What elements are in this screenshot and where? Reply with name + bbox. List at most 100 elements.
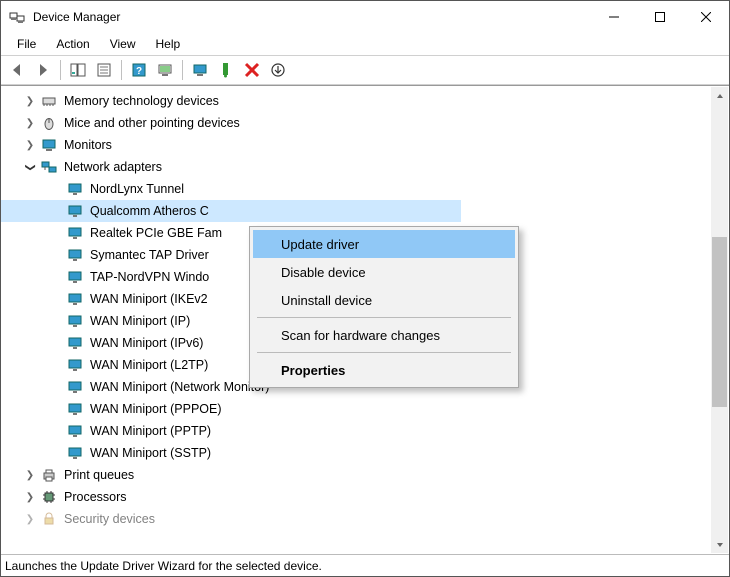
device-label: WAN Miniport (PPPOE) bbox=[87, 401, 225, 417]
network-adapter-icon bbox=[67, 357, 83, 373]
menu-item-label: Scan for hardware changes bbox=[281, 328, 440, 343]
category-label: Memory technology devices bbox=[61, 93, 222, 109]
network-adapter-icon bbox=[67, 423, 83, 439]
memory-icon bbox=[41, 93, 57, 109]
device-qualcomm[interactable]: Qualcomm Atheros C bbox=[1, 200, 461, 222]
help-button[interactable]: ? bbox=[127, 58, 151, 82]
chevron-right-icon[interactable]: ❯ bbox=[23, 118, 37, 129]
maximize-button[interactable] bbox=[637, 2, 683, 32]
device-label: WAN Miniport (PPTP) bbox=[87, 423, 214, 439]
menu-item-label: Uninstall device bbox=[281, 293, 372, 308]
chevron-right-icon[interactable]: ❯ bbox=[23, 492, 37, 503]
network-adapter-icon bbox=[67, 401, 83, 417]
network-adapter-icon bbox=[67, 269, 83, 285]
device-wan-sstp[interactable]: WAN Miniport (SSTP) bbox=[1, 442, 711, 464]
statusbar-text: Launches the Update Driver Wizard for th… bbox=[5, 559, 322, 573]
device-label: WAN Miniport (IP) bbox=[87, 313, 193, 329]
menu-item-update-driver[interactable]: Update driver bbox=[253, 230, 515, 258]
device-label: NordLynx Tunnel bbox=[87, 181, 187, 197]
svg-text:?: ? bbox=[136, 66, 142, 77]
scan-hardware-button[interactable] bbox=[153, 58, 177, 82]
scroll-down-icon[interactable] bbox=[711, 536, 728, 553]
security-icon bbox=[41, 511, 57, 527]
minimize-button[interactable] bbox=[591, 2, 637, 32]
category-label: Mice and other pointing devices bbox=[61, 115, 243, 131]
menu-separator bbox=[257, 352, 511, 353]
device-wan-pptp[interactable]: WAN Miniport (PPTP) bbox=[1, 420, 711, 442]
update-driver-button[interactable] bbox=[188, 58, 212, 82]
scrollbar-thumb[interactable] bbox=[712, 237, 727, 407]
disable-device-button[interactable] bbox=[240, 58, 264, 82]
category-label: Processors bbox=[61, 489, 130, 505]
device-label: Realtek PCIe GBE Fam bbox=[87, 225, 225, 241]
menu-file[interactable]: File bbox=[9, 35, 44, 53]
device-nordlynx[interactable]: NordLynx Tunnel bbox=[1, 178, 711, 200]
menu-item-uninstall-device[interactable]: Uninstall device bbox=[253, 286, 515, 314]
network-adapter-icon bbox=[67, 291, 83, 307]
show-hide-tree-button[interactable] bbox=[66, 58, 90, 82]
chevron-down-icon[interactable]: ❯ bbox=[25, 160, 36, 174]
mouse-icon bbox=[41, 115, 57, 131]
category-label: Print queues bbox=[61, 467, 137, 483]
category-label: Security devices bbox=[61, 511, 158, 527]
scroll-up-icon[interactable] bbox=[711, 87, 728, 104]
vertical-scrollbar[interactable] bbox=[711, 87, 728, 553]
chevron-right-icon[interactable]: ❯ bbox=[23, 96, 37, 107]
device-label: WAN Miniport (Network Monitor) bbox=[87, 379, 272, 395]
menu-item-properties[interactable]: Properties bbox=[253, 356, 515, 384]
category-network-adapters[interactable]: ❯ Network adapters bbox=[1, 156, 711, 178]
chevron-right-icon[interactable]: ❯ bbox=[23, 470, 37, 481]
device-label: WAN Miniport (L2TP) bbox=[87, 357, 211, 373]
network-adapter-icon bbox=[67, 445, 83, 461]
category-memory-tech[interactable]: ❯ Memory technology devices bbox=[1, 90, 711, 112]
device-tree-container: ❯ Memory technology devices ❯ Mice and o… bbox=[1, 85, 729, 554]
context-menu: Update driver Disable device Uninstall d… bbox=[249, 226, 519, 388]
close-button[interactable] bbox=[683, 2, 729, 32]
chevron-right-icon[interactable]: ❯ bbox=[23, 140, 37, 151]
category-print-queues[interactable]: ❯ Print queues bbox=[1, 464, 711, 486]
toolbar: ? bbox=[1, 55, 729, 85]
device-label: Qualcomm Atheros C bbox=[87, 203, 212, 219]
window-title: Device Manager bbox=[33, 10, 591, 24]
titlebar: Device Manager bbox=[1, 1, 729, 33]
network-adapter-icon bbox=[67, 203, 83, 219]
menubar: File Action View Help bbox=[1, 33, 729, 55]
toolbar-separator bbox=[121, 60, 122, 80]
menu-item-disable-device[interactable]: Disable device bbox=[253, 258, 515, 286]
menu-item-label: Properties bbox=[281, 363, 345, 378]
device-label: WAN Miniport (IPv6) bbox=[87, 335, 206, 351]
menu-action[interactable]: Action bbox=[48, 35, 97, 53]
app-icon bbox=[9, 9, 25, 25]
network-adapter-icon bbox=[67, 247, 83, 263]
processor-icon bbox=[41, 489, 57, 505]
category-security-devices[interactable]: ❯ Security devices bbox=[1, 508, 711, 530]
category-processors[interactable]: ❯ Processors bbox=[1, 486, 711, 508]
enable-device-button[interactable] bbox=[214, 58, 238, 82]
device-label: WAN Miniport (SSTP) bbox=[87, 445, 214, 461]
uninstall-device-button[interactable] bbox=[266, 58, 290, 82]
device-label: WAN Miniport (IKEv2 bbox=[87, 291, 211, 307]
statusbar: Launches the Update Driver Wizard for th… bbox=[1, 554, 729, 576]
category-mice[interactable]: ❯ Mice and other pointing devices bbox=[1, 112, 711, 134]
category-label: Network adapters bbox=[61, 159, 165, 175]
chevron-right-icon[interactable]: ❯ bbox=[23, 514, 37, 525]
device-wan-pppoe[interactable]: WAN Miniport (PPPOE) bbox=[1, 398, 711, 420]
network-adapter-icon bbox=[67, 313, 83, 329]
window-controls bbox=[591, 2, 729, 32]
menu-item-scan-hardware[interactable]: Scan for hardware changes bbox=[253, 321, 515, 349]
menu-item-label: Update driver bbox=[281, 237, 359, 252]
forward-button[interactable] bbox=[31, 58, 55, 82]
monitor-icon bbox=[41, 137, 57, 153]
category-monitors[interactable]: ❯ Monitors bbox=[1, 134, 711, 156]
network-category-icon bbox=[41, 159, 57, 175]
back-button[interactable] bbox=[5, 58, 29, 82]
properties-button[interactable] bbox=[92, 58, 116, 82]
menu-help[interactable]: Help bbox=[148, 35, 189, 53]
menu-view[interactable]: View bbox=[102, 35, 144, 53]
printer-icon bbox=[41, 467, 57, 483]
toolbar-separator bbox=[60, 60, 61, 80]
menu-separator bbox=[257, 317, 511, 318]
menu-item-label: Disable device bbox=[281, 265, 366, 280]
device-label: TAP-NordVPN Windo bbox=[87, 269, 212, 285]
network-adapter-icon bbox=[67, 225, 83, 241]
